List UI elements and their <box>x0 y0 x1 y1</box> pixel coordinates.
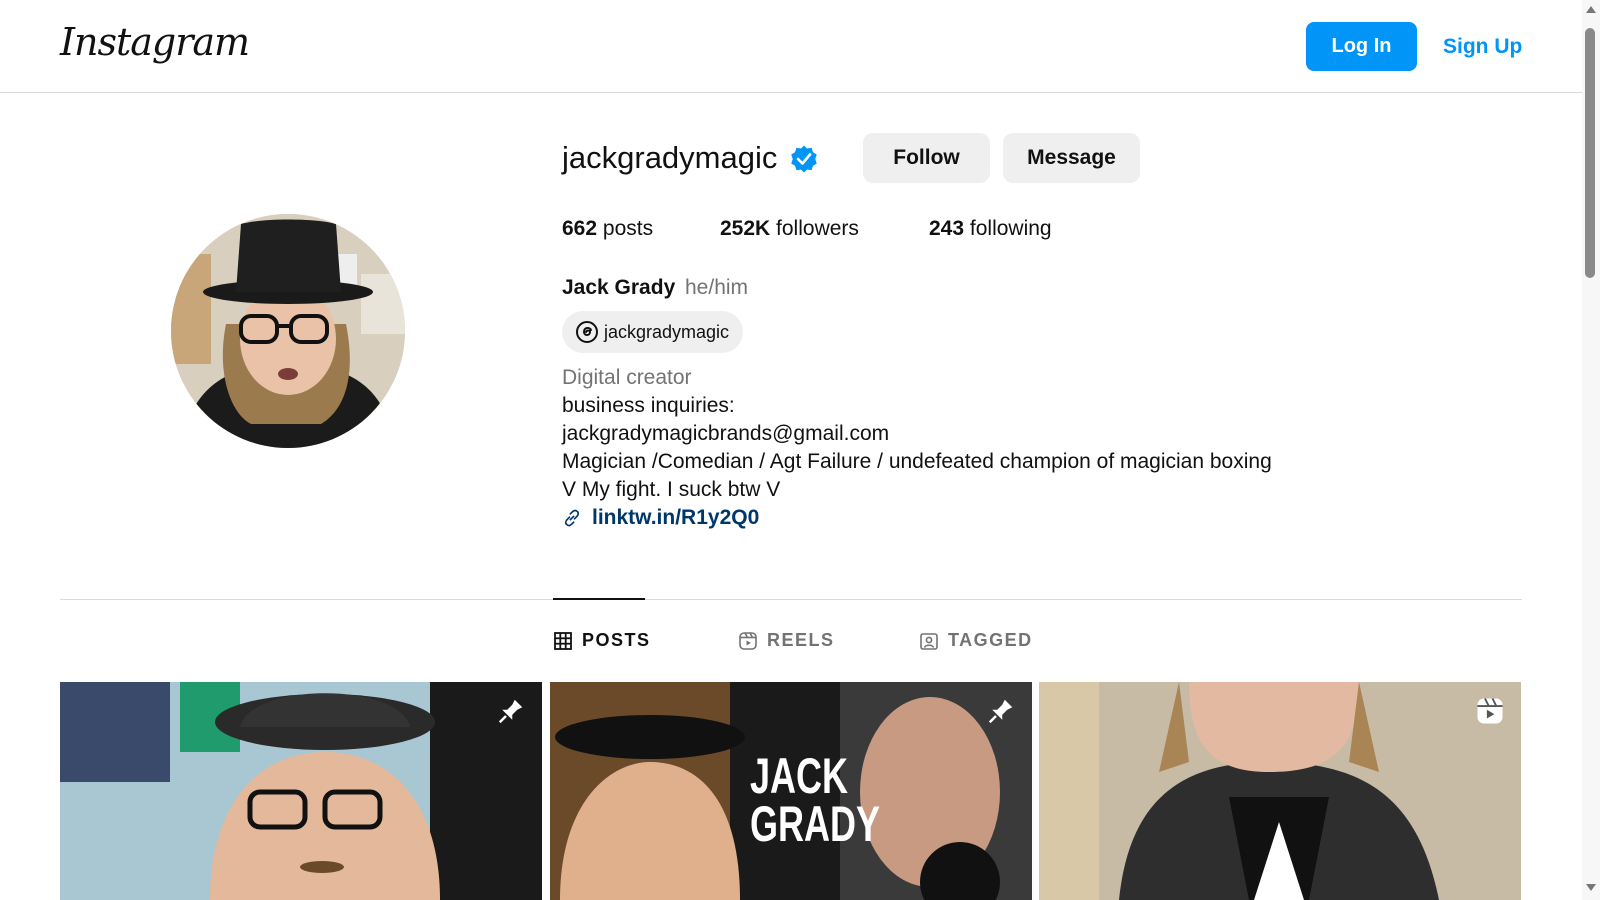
login-button[interactable]: Log In <box>1306 22 1417 71</box>
bio-external-link[interactable]: linktw.in/R1y2Q0 <box>592 506 759 530</box>
posts-count: 662 <box>562 217 598 240</box>
post-overlay-text: JACK GRADY <box>750 748 881 852</box>
avatar-photo <box>171 214 405 448</box>
tagged-person-icon <box>920 633 938 650</box>
tab-posts-label: POSTS <box>582 630 651 650</box>
followers-count: 252K <box>720 217 771 240</box>
post-image <box>1039 682 1521 900</box>
bio-line: Magician /Comedian / Agt Failure / undef… <box>562 450 1272 473</box>
reel-icon <box>1477 698 1503 724</box>
post-image <box>60 682 542 900</box>
posts-count-stat: 662 posts <box>562 217 653 241</box>
grid-icon <box>554 632 572 650</box>
tab-reels-label: REELS <box>767 630 835 650</box>
scroll-down-arrow-icon[interactable] <box>1586 884 1596 891</box>
followers-count-label: followers <box>776 217 859 240</box>
threads-icon <box>576 321 598 343</box>
bio-line: V My fight. I suck btw V <box>562 478 781 501</box>
link-icon <box>564 509 580 527</box>
profile-category: Digital creator <box>562 366 692 389</box>
scrollbar-thumb[interactable] <box>1585 28 1595 278</box>
tab-reels[interactable]: REELS <box>739 630 849 654</box>
threads-handle: jackgradymagic <box>604 322 730 342</box>
pin-icon <box>498 699 523 724</box>
profile-full-name: Jack Grady <box>562 276 676 299</box>
profile-username: jackgradymagic <box>562 140 778 175</box>
post-thumbnail[interactable]: JACK GRADY <box>550 682 1032 900</box>
active-tab-indicator <box>553 598 645 600</box>
post-thumbnail[interactable] <box>60 682 542 900</box>
pin-icon <box>988 699 1013 724</box>
profile-avatar[interactable] <box>171 214 405 448</box>
threads-profile-link[interactable]: jackgradymagic <box>562 311 743 353</box>
bio-line: business inquiries: <box>562 394 735 417</box>
scroll-up-arrow-icon[interactable] <box>1586 6 1596 13</box>
tabs-divider <box>60 599 1522 600</box>
post-thumbnail[interactable] <box>1039 682 1521 900</box>
tab-tagged-label: TAGGED <box>948 630 1033 650</box>
top-navigation-bar: Instagram Log In Sign Up <box>0 0 1582 93</box>
following-count-stat[interactable]: 243 following <box>929 217 1052 241</box>
following-count-label: following <box>969 217 1052 240</box>
follow-button[interactable]: Follow <box>863 133 990 183</box>
tab-tagged[interactable]: TAGGED <box>920 630 1050 654</box>
message-button[interactable]: Message <box>1003 133 1140 183</box>
signup-link[interactable]: Sign Up <box>1443 35 1522 59</box>
profile-pronouns: he/him <box>685 276 749 299</box>
verified-badge-icon <box>791 145 817 173</box>
bio-line: jackgradymagicbrands@gmail.com <box>562 422 890 445</box>
reels-icon <box>739 632 757 650</box>
followers-count-stat[interactable]: 252K followers <box>720 217 859 241</box>
page-scrollbar[interactable] <box>1582 0 1600 900</box>
posts-count-label: posts <box>602 217 654 240</box>
tab-posts[interactable]: POSTS <box>554 630 664 654</box>
following-count: 243 <box>929 217 965 240</box>
instagram-logo[interactable]: Instagram <box>60 20 250 64</box>
